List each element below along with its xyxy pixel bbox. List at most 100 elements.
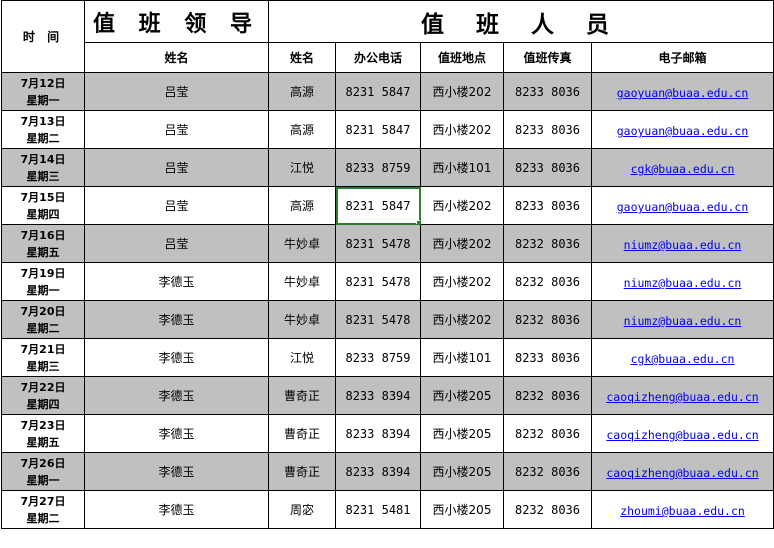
email-cell[interactable]: gaoyuan@buaa.edu.cn <box>590 72 774 111</box>
selection-fill-handle[interactable] <box>416 220 420 224</box>
staff-name-cell[interactable]: 高源 <box>268 186 336 225</box>
staff-name-cell[interactable]: 牛妙卓 <box>268 262 336 301</box>
leader-name-cell[interactable]: 吕莹 <box>84 148 269 187</box>
location-cell[interactable]: 西小楼101 <box>420 148 504 187</box>
leader-name-cell[interactable]: 李德玉 <box>84 490 269 529</box>
location-cell[interactable]: 西小楼205 <box>420 490 504 529</box>
date-cell[interactable]: 7月26日 星期一 <box>1 452 85 491</box>
email-cell[interactable]: gaoyuan@buaa.edu.cn <box>590 186 774 225</box>
fax-cell[interactable]: 8233 8036 <box>503 110 592 149</box>
staff-name-cell[interactable]: 高源 <box>268 110 336 149</box>
location-cell[interactable]: 西小楼202 <box>420 110 504 149</box>
staff-name-cell[interactable]: 曹奇正 <box>268 452 336 491</box>
email-cell[interactable]: cgk@buaa.edu.cn <box>590 338 774 377</box>
fax-cell[interactable]: 8233 8036 <box>503 338 592 377</box>
email-cell[interactable]: caoqizheng@buaa.edu.cn <box>590 376 774 415</box>
staff-name-cell[interactable]: 江悦 <box>268 148 336 187</box>
fax-cell[interactable]: 8232 8036 <box>503 490 592 529</box>
leader-name-cell[interactable]: 李德玉 <box>84 414 269 453</box>
staff-name-cell[interactable]: 周宓 <box>268 490 336 529</box>
staff-name-cell[interactable]: 曹奇正 <box>268 376 336 415</box>
fax-header[interactable]: 值班传真 <box>503 42 592 73</box>
office-phone-cell[interactable]: 8233 8394 <box>335 414 421 453</box>
date-cell[interactable]: 7月13日 星期二 <box>1 110 85 149</box>
location-cell[interactable]: 西小楼202 <box>420 186 504 225</box>
email-link[interactable]: caoqizheng@buaa.edu.cn <box>606 390 758 404</box>
location-cell[interactable]: 西小楼202 <box>420 224 504 263</box>
date-cell[interactable]: 7月16日 星期五 <box>1 224 85 263</box>
office-phone-cell[interactable]: 8231 5847 <box>335 186 421 225</box>
email-cell[interactable]: caoqizheng@buaa.edu.cn <box>590 452 774 491</box>
office-phone-cell[interactable]: 8233 8394 <box>335 376 421 415</box>
location-cell[interactable]: 西小楼202 <box>420 72 504 111</box>
fax-cell[interactable]: 8232 8036 <box>503 262 592 301</box>
fax-cell[interactable]: 8233 8036 <box>503 148 592 187</box>
leader-name-cell[interactable]: 李德玉 <box>84 262 269 301</box>
location-cell[interactable]: 西小楼205 <box>420 414 504 453</box>
date-cell[interactable]: 7月23日 星期五 <box>1 414 85 453</box>
staff-name-cell[interactable]: 曹奇正 <box>268 414 336 453</box>
leader-name-cell[interactable]: 李德玉 <box>84 338 269 377</box>
date-cell[interactable]: 7月19日 星期一 <box>1 262 85 301</box>
location-cell[interactable]: 西小楼205 <box>420 376 504 415</box>
fax-cell[interactable]: 8232 8036 <box>503 376 592 415</box>
email-cell[interactable]: niumz@buaa.edu.cn <box>590 224 774 263</box>
office-phone-cell[interactable]: 8233 8759 <box>335 338 421 377</box>
location-cell[interactable]: 西小楼101 <box>420 338 504 377</box>
location-header[interactable]: 值班地点 <box>420 42 504 73</box>
date-cell[interactable]: 7月15日 星期四 <box>1 186 85 225</box>
email-link[interactable]: cgk@buaa.edu.cn <box>631 162 735 176</box>
office-phone-cell[interactable]: 8231 5847 <box>335 72 421 111</box>
office-phone-header[interactable]: 办公电话 <box>335 42 421 73</box>
leader-name-cell[interactable]: 吕莹 <box>84 224 269 263</box>
email-cell[interactable]: gaoyuan@buaa.edu.cn <box>590 110 774 149</box>
email-link[interactable]: niumz@buaa.edu.cn <box>624 276 742 290</box>
staff-name-cell[interactable]: 高源 <box>268 72 336 111</box>
staff-name-cell[interactable]: 江悦 <box>268 338 336 377</box>
leader-section-title[interactable]: 值 班 领 导 <box>84 0 269 43</box>
date-cell[interactable]: 7月14日 星期三 <box>1 148 85 187</box>
leader-name-cell[interactable]: 吕莹 <box>84 110 269 149</box>
fax-cell[interactable]: 8233 8036 <box>503 186 592 225</box>
leader-name-header[interactable]: 姓名 <box>84 42 269 73</box>
date-cell[interactable]: 7月27日 星期二 <box>1 490 85 529</box>
email-link[interactable]: cgk@buaa.edu.cn <box>631 352 735 366</box>
staff-name-cell[interactable]: 牛妙卓 <box>268 300 336 339</box>
time-column-header[interactable]: 时 间 <box>1 0 85 73</box>
fax-cell[interactable]: 8233 8036 <box>503 72 592 111</box>
fax-cell[interactable]: 8232 8036 <box>503 452 592 491</box>
location-cell[interactable]: 西小楼202 <box>420 300 504 339</box>
date-cell[interactable]: 7月12日 星期一 <box>1 72 85 111</box>
location-cell[interactable]: 西小楼202 <box>420 262 504 301</box>
leader-name-cell[interactable]: 李德玉 <box>84 452 269 491</box>
date-cell[interactable]: 7月21日 星期三 <box>1 338 85 377</box>
email-link[interactable]: gaoyuan@buaa.edu.cn <box>617 86 749 100</box>
staff-name-header[interactable]: 姓名 <box>268 42 336 73</box>
fax-cell[interactable]: 8232 8036 <box>503 300 592 339</box>
email-cell[interactable]: zhoumi@buaa.edu.cn <box>590 490 774 529</box>
email-header[interactable]: 电子邮箱 <box>590 42 774 73</box>
fax-cell[interactable]: 8232 8036 <box>503 414 592 453</box>
email-link[interactable]: zhoumi@buaa.edu.cn <box>620 504 745 518</box>
email-link[interactable]: caoqizheng@buaa.edu.cn <box>606 428 758 442</box>
office-phone-cell[interactable]: 8231 5478 <box>335 262 421 301</box>
email-cell[interactable]: niumz@buaa.edu.cn <box>590 262 774 301</box>
leader-name-cell[interactable]: 李德玉 <box>84 300 269 339</box>
staff-name-cell[interactable]: 牛妙卓 <box>268 224 336 263</box>
fax-cell[interactable]: 8232 8036 <box>503 224 592 263</box>
email-link[interactable]: gaoyuan@buaa.edu.cn <box>617 124 749 138</box>
office-phone-cell[interactable]: 8233 8759 <box>335 148 421 187</box>
email-link[interactable]: niumz@buaa.edu.cn <box>624 314 742 328</box>
date-cell[interactable]: 7月20日 星期二 <box>1 300 85 339</box>
email-link[interactable]: caoqizheng@buaa.edu.cn <box>606 466 758 480</box>
date-cell[interactable]: 7月22日 星期四 <box>1 376 85 415</box>
leader-name-cell[interactable]: 吕莹 <box>84 186 269 225</box>
staff-section-title[interactable]: 值 班 人 员 <box>267 0 774 43</box>
location-cell[interactable]: 西小楼205 <box>420 452 504 491</box>
office-phone-cell[interactable]: 8231 5478 <box>335 300 421 339</box>
email-link[interactable]: gaoyuan@buaa.edu.cn <box>617 200 749 214</box>
leader-name-cell[interactable]: 吕莹 <box>84 72 269 111</box>
email-cell[interactable]: niumz@buaa.edu.cn <box>590 300 774 339</box>
leader-name-cell[interactable]: 李德玉 <box>84 376 269 415</box>
email-cell[interactable]: cgk@buaa.edu.cn <box>590 148 774 187</box>
